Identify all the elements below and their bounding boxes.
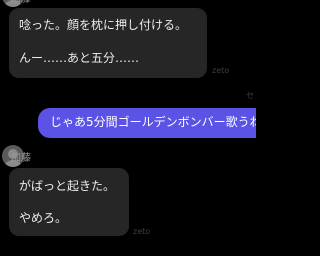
incoming-message-bubble[interactable]: 唸った。顔を枕に押し付ける。 んー……あと五分……: [9, 8, 207, 78]
message-line: やめろ。: [19, 211, 68, 225]
outgoing-message-bubble[interactable]: じゃあ5分間ゴールデンボンバー歌うね: [38, 108, 256, 138]
message-line: 唸った。顔を枕に押し付ける。: [19, 18, 188, 32]
message-meta: セ: [246, 91, 254, 100]
message-line: んー……あと五分……: [19, 51, 140, 65]
chat-screen: 加藤 唸った。顔を枕に押し付ける。 んー……あと五分…… zeto セ じゃあ5…: [0, 0, 256, 256]
message-meta: zeto: [212, 66, 230, 75]
message-meta: zeto: [133, 227, 151, 236]
sender-name: 加藤: [11, 153, 31, 164]
incoming-message-bubble[interactable]: がばっと起きた。 やめろ。: [9, 168, 129, 236]
sender-name: 加藤: [11, 0, 31, 6]
message-line: がばっと起きた。: [19, 179, 116, 193]
message-text: じゃあ5分間ゴールデンボンバー歌うね: [50, 115, 256, 129]
